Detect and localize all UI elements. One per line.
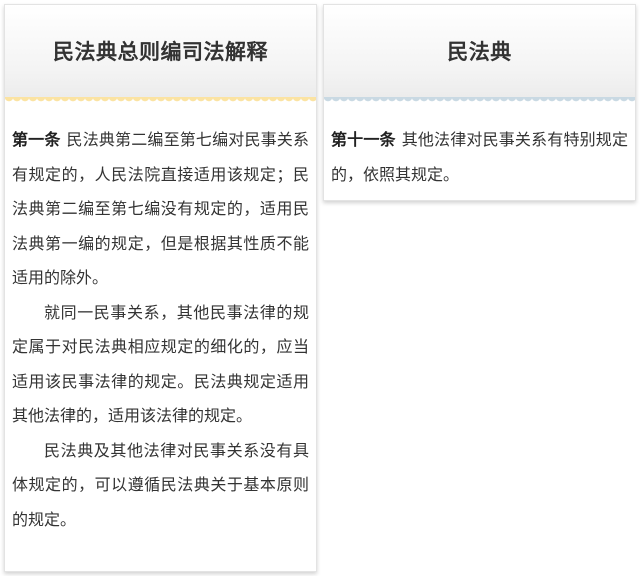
- article-paragraph-1: 第一条 民法典第二编至第七编对民事关系有规定的，人民法院直接适用该规定；民法典第二…: [12, 123, 309, 296]
- article-paragraph-3: 民法典及其他法律对民事关系没有具体规定的，可以遵循民法典关于基本原则的规定。: [12, 440, 309, 529]
- judicial-interpretation-card: 民法典总则编司法解释 第一条 民法典第二编至第七编对民事关系有规定的，人民法院直接…: [4, 4, 317, 572]
- card-body: 第十一条 其他法律对民事关系有特别规定的，依照其规定。: [324, 105, 635, 192]
- civil-code-card: 民法典 第十一条 其他法律对民事关系有特别规定的，依照其规定。: [323, 4, 636, 201]
- article-paragraph-2: 就同一民事关系，其他民事法律的规定属于对民法典相应规定的细化的，应当适用该民事法…: [12, 302, 309, 426]
- article-paragraph-1: 第十一条 其他法律对民事关系有特别规定的，依照其规定。: [331, 123, 628, 192]
- card-title: 民法典: [324, 5, 635, 97]
- scallop-divider: [324, 97, 635, 105]
- card-title: 民法典总则编司法解释: [5, 5, 316, 97]
- article-number: 第十一条: [331, 130, 396, 149]
- card-body: 第一条 民法典第二编至第七编对民事关系有规定的，人民法院直接适用该规定；民法典第二…: [5, 105, 316, 537]
- paragraph-text: 民法典第二编至第七编对民事关系有规定的，人民法院直接适用该规定；民法典第二编至第…: [12, 130, 309, 287]
- article-number: 第一条: [12, 130, 61, 149]
- scallop-divider: [5, 97, 316, 105]
